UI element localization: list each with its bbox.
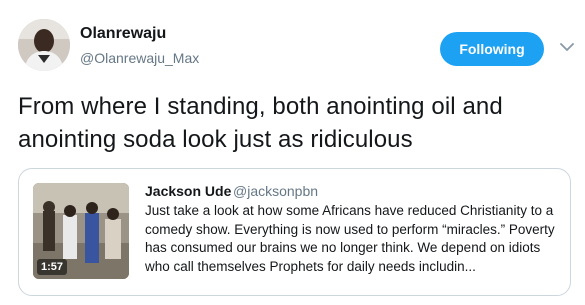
chevron-down-icon[interactable]	[558, 38, 576, 56]
quoted-text: Just take a look at how some Africans ha…	[145, 203, 555, 274]
quoted-tweet[interactable]: 1:57 Jackson Ude @jacksonpbn Just take a…	[18, 168, 571, 296]
video-thumbnail[interactable]: 1:57	[33, 183, 129, 279]
avatar[interactable]	[18, 19, 70, 71]
tweet-text: From where I standing, both anointing oi…	[18, 93, 503, 153]
author-handle[interactable]: @Olanrewaju_Max	[80, 50, 199, 66]
avatar-image	[18, 19, 70, 71]
video-duration: 1:57	[37, 259, 68, 275]
following-button[interactable]: Following	[440, 32, 544, 66]
quoted-author-handle: @jacksonpbn	[233, 183, 319, 199]
tweet-card: Olanrewaju @Olanrewaju_Max Following Fro…	[0, 0, 585, 305]
quoted-author-name: Jackson Ude	[145, 183, 232, 199]
author-name[interactable]: Olanrewaju	[80, 25, 166, 43]
